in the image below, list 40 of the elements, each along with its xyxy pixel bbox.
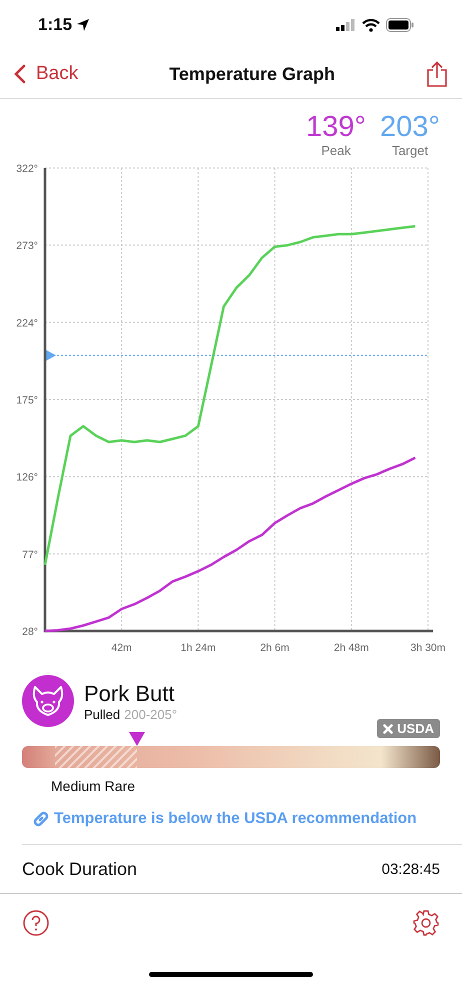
axis-label: 77°: [22, 548, 38, 561]
product-name: Pork Butt: [84, 680, 176, 706]
doneness-name: Medium Rare: [51, 778, 136, 794]
help-icon[interactable]: [23, 910, 49, 936]
usda-link[interactable]: Temperature is below the USDA recommendation: [22, 796, 440, 844]
battery-icon: [386, 18, 414, 32]
duration-label: Cook Duration: [22, 858, 138, 880]
pig-icon: [22, 675, 74, 727]
readout-label: Peak: [321, 143, 351, 158]
temperature-range: 200-205°: [124, 706, 178, 722]
location-arrow-icon: [76, 18, 90, 32]
share-icon: [426, 61, 448, 87]
axis-label: 42m: [111, 642, 132, 654]
duration-value: 03:28:45: [382, 860, 440, 878]
clock-time: 1:15: [38, 15, 72, 35]
link-icon: [32, 810, 50, 828]
close-icon: [383, 724, 394, 734]
share-button[interactable]: [426, 61, 448, 87]
doneness-label: Pulled: [84, 706, 120, 722]
signal-icon: [336, 19, 356, 31]
axis-label: 224°: [16, 317, 38, 330]
axis-label: 273°: [16, 240, 38, 252]
axis-label: 175°: [16, 394, 38, 406]
temperature-value: 139°: [306, 111, 366, 143]
axis-label: 28°: [22, 626, 38, 638]
settings-icon[interactable]: [413, 910, 439, 936]
wifi-icon: [362, 18, 380, 32]
axis-label: 3h 30m: [410, 642, 446, 654]
readout-label: Target: [392, 143, 428, 158]
target-marker-icon: [45, 349, 56, 362]
axis-label: 1h 24m: [180, 642, 216, 654]
axis-label: 322°: [16, 163, 38, 175]
chevron-left-icon: [14, 64, 26, 84]
axis-label: 2h 48m: [334, 642, 369, 654]
temperature-value: 203°: [380, 111, 440, 143]
usda-toggle[interactable]: USDA: [377, 719, 440, 738]
screen-title: Temperature Graph: [169, 64, 335, 84]
axis-label: 2h 6m: [260, 642, 290, 654]
axis-label: 126°: [16, 472, 38, 484]
back-button[interactable]: Back: [14, 63, 78, 85]
